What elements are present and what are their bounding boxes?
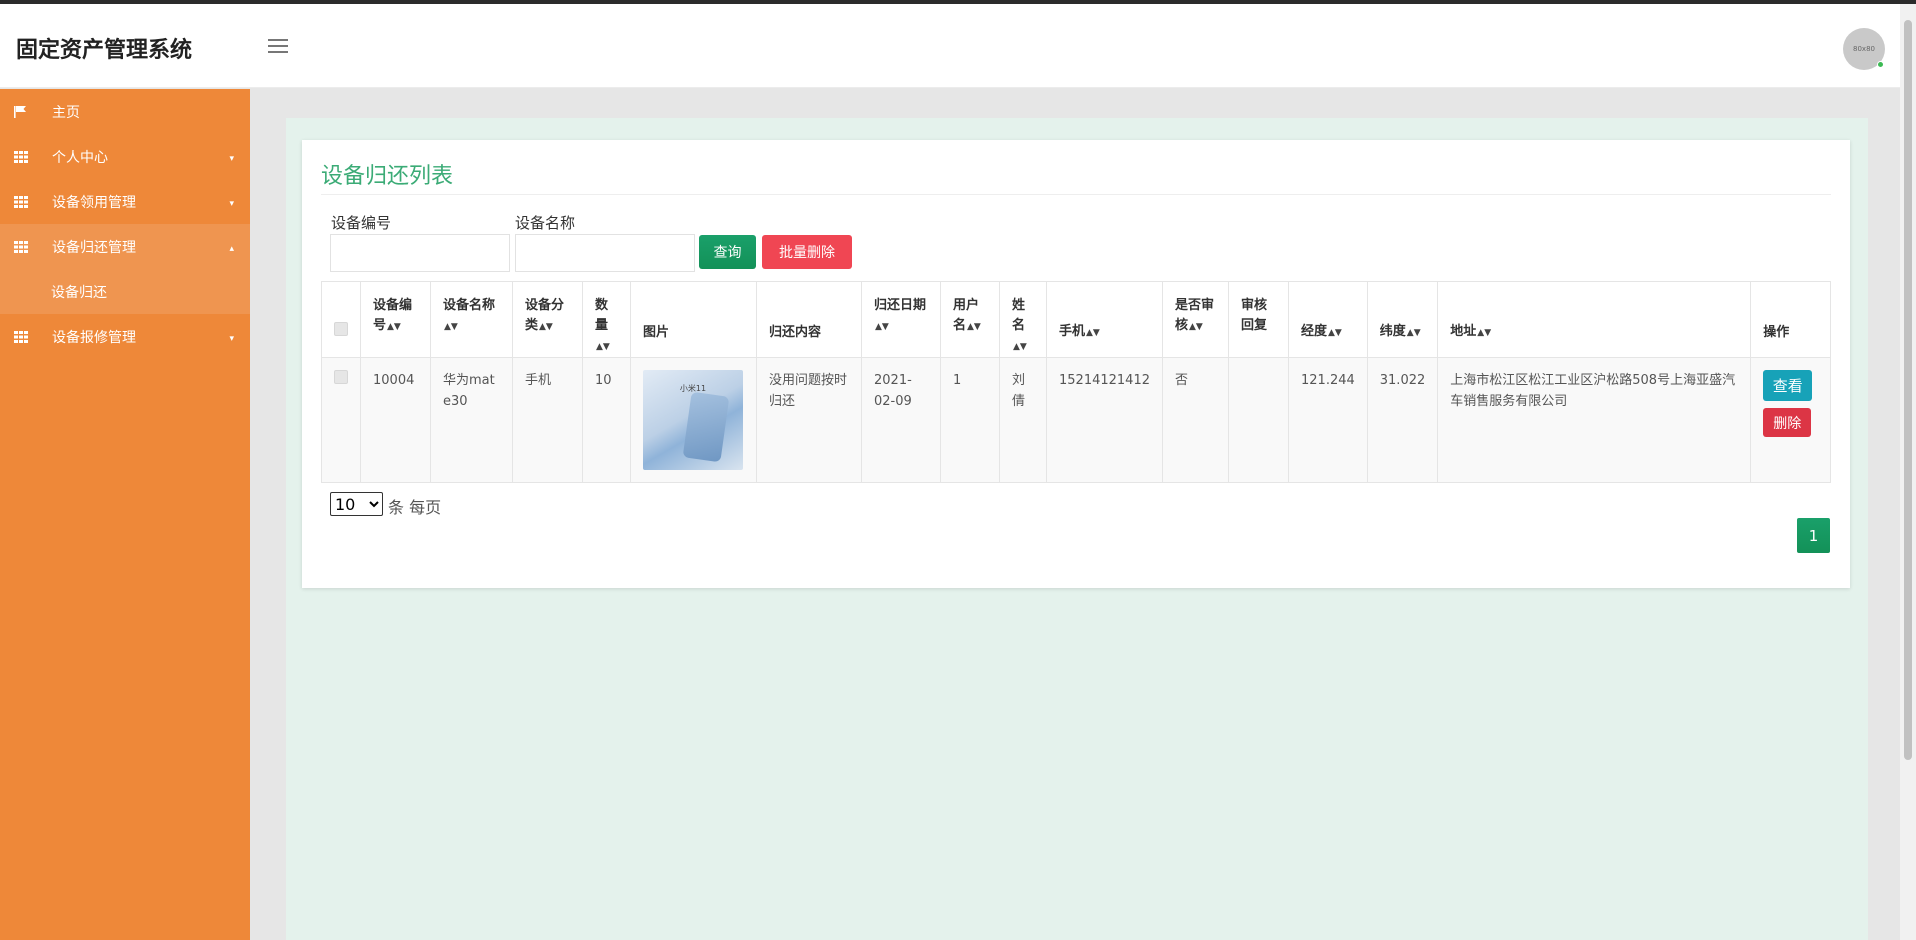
sort-icon: ▲▼ [1406, 328, 1421, 338]
avatar[interactable]: 80x80 [1843, 28, 1885, 70]
grid-icon [14, 330, 28, 343]
column-header-code[interactable]: 设备编号▲▼ [360, 281, 431, 358]
cell-category: 手机 [512, 357, 583, 483]
delete-button[interactable]: 删除 [1763, 408, 1812, 437]
cell-date: 2021-02-09 [861, 357, 941, 483]
row-checkbox[interactable] [334, 370, 348, 384]
cell-longitude: 121.244 [1288, 357, 1368, 483]
column-header-username[interactable]: 用户名▲▼ [940, 281, 1000, 358]
sort-icon: ▲▼ [1328, 328, 1342, 338]
device-image[interactable]: 小米11 [643, 370, 743, 470]
sidebar-item-label: 设备归还管理 [52, 239, 136, 256]
grid-icon [14, 195, 28, 208]
column-header-content: 归还内容 [756, 281, 862, 358]
sidebar-item-label: 设备领用管理 [52, 194, 136, 211]
table-row: 10004 华为mate30 手机 10 小米11 没用问题按时归还 2021-… [321, 357, 1831, 483]
sidebar-item-personal-center[interactable]: 个人中心 ▾ [0, 134, 250, 179]
avatar-placeholder-text: 80x80 [1853, 45, 1875, 53]
column-header-latitude[interactable]: 纬度▲▼ [1366, 281, 1439, 358]
sidebar-item-label: 主页 [52, 104, 80, 121]
column-header-category[interactable]: 设备分类▲▼ [512, 281, 583, 358]
cell-code: 10004 [360, 357, 431, 483]
sidebar-item-device-return[interactable]: 设备归还管理 ▴ [0, 224, 250, 269]
cell-reply [1228, 357, 1289, 483]
cell-image: 小米11 [630, 357, 757, 483]
cell-name: 华为mate30 [430, 357, 513, 483]
column-header-address[interactable]: 地址▲▼ [1437, 281, 1752, 358]
sort-icon: ▲▼ [1189, 322, 1203, 332]
table-header-row: 设备编号▲▼ 设备名称 ▲▼ 设备分类▲▼ 数量▲▼ 图片 归还内容 归还日期▲▼… [321, 281, 1831, 358]
online-status-icon [1877, 61, 1884, 68]
header: 固定资产管理系统 80x80 [0, 4, 1900, 88]
sort-icon: ▲▼ [387, 322, 401, 332]
sort-icon: ▲▼ [596, 342, 610, 352]
sort-icon: ▲▼ [1013, 342, 1027, 352]
sort-icon: ▲▼ [444, 322, 458, 332]
cell-realname: 刘倩 [999, 357, 1047, 483]
select-all-header [321, 281, 361, 358]
page-size-label: 条 每页 [388, 498, 442, 517]
cell-actions: 查看 删除 [1750, 357, 1831, 483]
sidebar-subitem-device-return[interactable]: 设备归还 [0, 269, 250, 314]
row-select-cell [321, 357, 361, 483]
flag-icon [14, 105, 26, 118]
scrollbar-thumb[interactable] [1904, 20, 1912, 760]
column-header-actions: 操作 [1750, 281, 1831, 358]
column-header-reply: 审核回复 [1228, 281, 1289, 358]
sort-icon: ▲▼ [967, 322, 981, 332]
column-header-image: 图片 [630, 281, 757, 358]
view-button[interactable]: 查看 [1763, 370, 1813, 401]
grid-icon [14, 240, 28, 253]
batch-delete-button[interactable]: 批量删除 [762, 235, 852, 269]
column-header-longitude[interactable]: 经度▲▼ [1288, 281, 1368, 358]
device-code-label: 设备编号 [331, 214, 392, 232]
page-title: 设备归还列表 [321, 164, 454, 189]
page-button-current[interactable]: 1 [1797, 518, 1830, 553]
title-divider [321, 194, 1831, 195]
sidebar-item-home[interactable]: 主页 [0, 89, 250, 134]
column-header-realname[interactable]: 姓名▲▼ [999, 281, 1047, 358]
sidebar-item-device-borrow[interactable]: 设备领用管理 ▾ [0, 179, 250, 224]
sort-icon: ▲▼ [1086, 328, 1100, 338]
column-header-name[interactable]: 设备名称 ▲▼ [430, 281, 513, 358]
column-header-phone[interactable]: 手机▲▼ [1046, 281, 1163, 358]
menu-toggle-icon[interactable] [268, 39, 288, 55]
caret-down-icon: ▾ [229, 199, 234, 209]
column-header-quantity[interactable]: 数量▲▼ [582, 281, 631, 358]
caret-down-icon: ▾ [229, 154, 234, 164]
query-button[interactable]: 查询 [699, 235, 756, 269]
grid-icon [14, 150, 28, 163]
page-scrollbar[interactable] [1900, 4, 1916, 940]
device-code-input[interactable] [330, 234, 510, 272]
cell-username: 1 [940, 357, 1000, 483]
app-title: 固定资产管理系统 [16, 38, 193, 63]
device-name-label: 设备名称 [515, 214, 576, 232]
sidebar-item-label: 设备报修管理 [52, 329, 136, 346]
caret-up-icon: ▴ [229, 244, 234, 254]
device-name-input[interactable] [515, 234, 695, 272]
caret-down-icon: ▾ [229, 334, 234, 344]
sidebar: 主页 个人中心 ▾ 设备领用管理 ▾ 设备归还管理 ▴ 设备归还 设备报修管理 … [0, 89, 250, 940]
cell-latitude: 31.022 [1366, 357, 1439, 483]
sort-icon: ▲▼ [539, 322, 553, 332]
select-all-checkbox[interactable] [334, 322, 348, 336]
sort-icon: ▲▼ [875, 322, 889, 332]
device-return-table: 设备编号▲▼ 设备名称 ▲▼ 设备分类▲▼ 数量▲▼ 图片 归还内容 归还日期▲▼… [321, 281, 1831, 483]
list-panel: 设备归还列表 设备编号 设备名称 查询 批量删除 设备编号▲▼ 设备名称 ▲▼ 设… [302, 140, 1850, 588]
sidebar-item-label: 个人中心 [52, 149, 108, 166]
phone-image-shape [682, 391, 730, 463]
column-header-date[interactable]: 归还日期▲▼ [861, 281, 941, 358]
sidebar-item-device-repair[interactable]: 设备报修管理 ▾ [0, 314, 250, 359]
cell-address: 上海市松江区松江工业区沪松路508号上海亚盛汽车销售服务有限公司 [1437, 357, 1752, 483]
cell-content: 没用问题按时归还 [756, 357, 862, 483]
column-header-reviewed[interactable]: 是否审核▲▼ [1162, 281, 1229, 358]
sort-icon: ▲▼ [1477, 328, 1492, 338]
cell-reviewed: 否 [1162, 357, 1229, 483]
cell-quantity: 10 [582, 357, 631, 483]
cell-phone: 15214121412 [1046, 357, 1163, 483]
page-size-select[interactable]: 10 [330, 492, 383, 516]
